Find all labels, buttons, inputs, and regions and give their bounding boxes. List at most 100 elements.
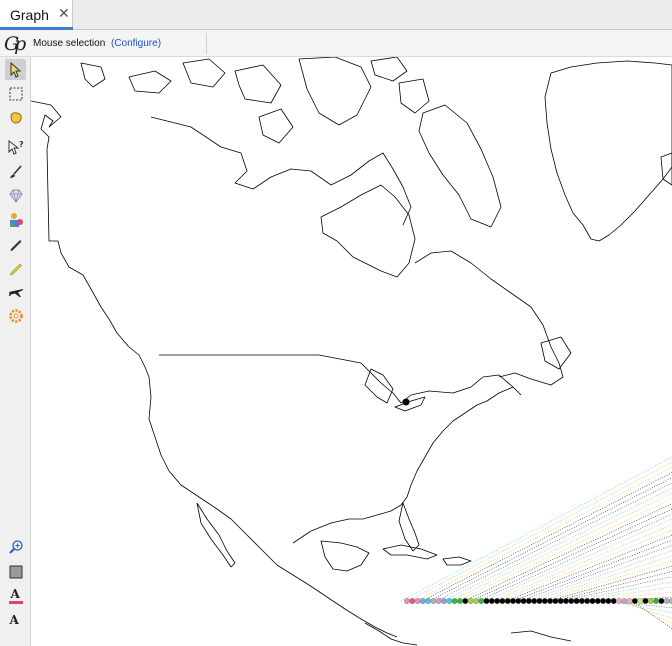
configure-link[interactable]: (Configure) bbox=[111, 38, 161, 49]
lake-erie bbox=[394, 396, 426, 412]
graph-node[interactable] bbox=[404, 598, 410, 604]
labrador-coast bbox=[414, 250, 564, 386]
graph-node[interactable] bbox=[488, 598, 495, 604]
graph-node[interactable] bbox=[631, 598, 638, 604]
graph-node[interactable] bbox=[515, 598, 522, 604]
graph-node[interactable] bbox=[610, 598, 617, 604]
graph-node[interactable] bbox=[499, 598, 506, 604]
tab-graph[interactable]: Graph ✕ bbox=[0, 0, 73, 30]
graph-node[interactable] bbox=[642, 598, 649, 604]
arctic-island-8 bbox=[398, 78, 430, 114]
edge-pencil-icon[interactable] bbox=[5, 257, 26, 278]
graph-node[interactable] bbox=[616, 598, 622, 604]
alaska-coastline bbox=[31, 100, 150, 378]
south-america-north bbox=[510, 630, 572, 642]
graph-node[interactable] bbox=[531, 598, 538, 604]
close-icon[interactable]: ✕ bbox=[58, 5, 70, 22]
graph-node[interactable] bbox=[451, 598, 458, 604]
graph-node[interactable] bbox=[467, 598, 474, 604]
airplane-icon[interactable] bbox=[5, 281, 26, 302]
graph-node[interactable] bbox=[494, 598, 501, 604]
route-line bbox=[421, 472, 672, 602]
graph-node[interactable] bbox=[584, 598, 591, 604]
graph-node[interactable] bbox=[510, 598, 516, 604]
route-line bbox=[484, 519, 672, 602]
graph-node[interactable] bbox=[626, 598, 633, 604]
graph-node[interactable] bbox=[621, 598, 628, 604]
baffin-island bbox=[418, 104, 502, 228]
route-line bbox=[400, 456, 672, 602]
label-color-glyph: A bbox=[10, 586, 20, 601]
label-size-icon[interactable]: A bbox=[5, 609, 26, 630]
gear-icon[interactable] bbox=[5, 305, 26, 326]
graph-node[interactable] bbox=[435, 598, 442, 604]
arctic-island-4 bbox=[234, 64, 282, 104]
graph-node[interactable] bbox=[425, 598, 432, 604]
central-america bbox=[364, 622, 418, 646]
graph-node[interactable] bbox=[605, 598, 612, 604]
graph-node[interactable] bbox=[573, 598, 580, 604]
lasso-selection-icon[interactable] bbox=[5, 107, 26, 128]
route-line bbox=[554, 571, 672, 602]
graph-node[interactable] bbox=[419, 598, 426, 604]
graph-node[interactable] bbox=[462, 598, 469, 604]
diamond-icon[interactable] bbox=[5, 185, 26, 206]
route-line bbox=[631, 600, 672, 629]
graph-node[interactable] bbox=[653, 598, 660, 604]
background-color-icon[interactable] bbox=[5, 561, 26, 582]
zoom-icon[interactable] bbox=[5, 536, 26, 557]
graph-node[interactable] bbox=[504, 598, 511, 604]
graph-node[interactable] bbox=[547, 598, 554, 604]
tool-palette: ? A A bbox=[0, 57, 31, 646]
graph-node[interactable] bbox=[536, 598, 543, 604]
route-line bbox=[470, 508, 672, 602]
route-line bbox=[561, 576, 672, 602]
graph-node-montreal[interactable] bbox=[402, 398, 410, 406]
graph-node[interactable] bbox=[563, 598, 569, 604]
us-canada-border bbox=[159, 354, 522, 404]
graph-node[interactable] bbox=[578, 598, 585, 604]
query-icon[interactable]: ? bbox=[5, 137, 26, 158]
graph-node[interactable] bbox=[414, 598, 421, 604]
route-line bbox=[491, 524, 672, 602]
graph-node[interactable] bbox=[409, 598, 416, 604]
tab-bar: Graph ✕ bbox=[0, 0, 672, 30]
brush-icon[interactable] bbox=[5, 161, 26, 182]
graph-node[interactable] bbox=[589, 598, 596, 604]
painter-icon[interactable] bbox=[5, 209, 26, 230]
graph-node[interactable] bbox=[658, 598, 665, 604]
graph-node[interactable] bbox=[647, 598, 654, 604]
graph-node[interactable] bbox=[472, 598, 479, 604]
svg-text:?: ? bbox=[19, 140, 24, 149]
graph-node[interactable] bbox=[557, 598, 564, 604]
graph-node[interactable] bbox=[520, 598, 527, 604]
graph-node[interactable] bbox=[441, 598, 448, 604]
graph-node[interactable] bbox=[541, 598, 548, 604]
graph-node[interactable] bbox=[552, 598, 559, 604]
arctic-island-7 bbox=[370, 57, 408, 82]
toolbar-divider bbox=[206, 33, 207, 54]
route-line bbox=[435, 482, 672, 602]
graph-node[interactable] bbox=[568, 598, 575, 604]
label-color-icon[interactable]: A bbox=[5, 585, 26, 606]
label-size-glyph: A bbox=[9, 612, 19, 627]
rectangle-selection-icon[interactable] bbox=[5, 83, 26, 104]
graph-node[interactable] bbox=[478, 598, 485, 604]
arctic-island-2 bbox=[128, 70, 172, 94]
graph-node[interactable] bbox=[446, 598, 453, 604]
graph-node[interactable] bbox=[663, 598, 670, 604]
node-row bbox=[404, 598, 672, 604]
graph-node[interactable] bbox=[637, 598, 644, 604]
graph-canvas[interactable] bbox=[31, 57, 672, 646]
us-west-coast bbox=[148, 376, 278, 566]
pointer-icon[interactable] bbox=[5, 59, 26, 80]
graph-node[interactable] bbox=[525, 598, 532, 604]
graph-node[interactable] bbox=[600, 598, 607, 604]
pencil-icon[interactable] bbox=[5, 233, 26, 254]
graph-node[interactable] bbox=[483, 598, 490, 604]
graph-node[interactable] bbox=[430, 598, 437, 604]
graph-node[interactable] bbox=[594, 598, 601, 604]
graph-node[interactable] bbox=[457, 598, 463, 604]
northern-mainland bbox=[150, 116, 412, 226]
cuba bbox=[382, 544, 438, 560]
